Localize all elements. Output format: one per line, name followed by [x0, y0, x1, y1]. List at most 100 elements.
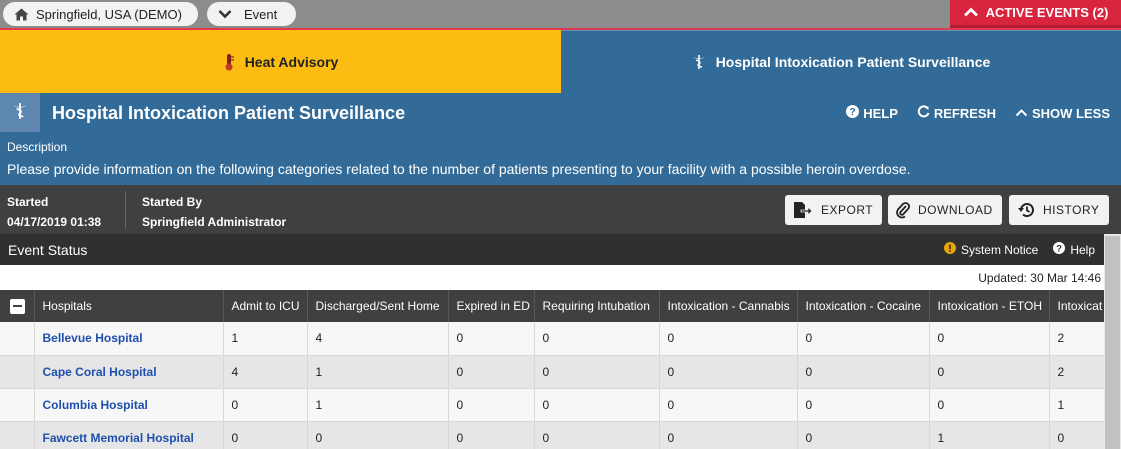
- table-cell: 4: [307, 322, 449, 356]
- page-title: Hospital Intoxication Patient Surveillan…: [52, 103, 406, 123]
- column-header[interactable]: Intoxication - ETOH: [929, 290, 1050, 322]
- column-header[interactable]: Hospitals: [34, 290, 224, 322]
- export-label: EXPORT: [821, 203, 874, 217]
- download-button[interactable]: DOWNLOAD: [888, 195, 1002, 225]
- table-cell: 0: [448, 322, 535, 356]
- table-cell: 0: [448, 421, 535, 449]
- event-status-title: Event Status: [8, 242, 88, 258]
- header-actions: ? HELP REFRESH SHOW LESS: [846, 105, 1110, 121]
- tab-heat-advisory[interactable]: Heat Advisory: [0, 30, 561, 93]
- scrollbar-thumb[interactable]: [1105, 236, 1120, 449]
- tab-hosp-label: Hospital Intoxication Patient Surveillan…: [715, 54, 991, 70]
- system-notice-label: System Notice: [960, 242, 1039, 257]
- collapse-all-cell[interactable]: [0, 290, 35, 322]
- export-button[interactable]: EXPORT: [785, 195, 882, 225]
- hospital-link[interactable]: Cape Coral Hospital: [43, 365, 157, 379]
- table-cell: 2: [1049, 355, 1104, 389]
- collapse-icon[interactable]: [10, 298, 25, 314]
- table-row[interactable]: Bellevue Hospital 1 4 0 0 0 0 0 2: [0, 322, 1104, 356]
- table-cell: 0: [534, 322, 660, 356]
- chevron-up-icon: [963, 5, 979, 20]
- table-cell: 0: [659, 322, 798, 356]
- active-events-button[interactable]: ACTIVE EVENTS (2): [950, 0, 1121, 28]
- refresh-icon: [917, 105, 930, 121]
- column-header[interactable]: Discharged/Sent Home: [307, 290, 449, 322]
- table-cell: 0: [929, 355, 1050, 389]
- table-header-row: Hospitals Admit to ICU Discharged/Sent H…: [0, 290, 1104, 322]
- event-status-bar: Event Status System Notice ? Help: [0, 234, 1104, 265]
- event-selector-label: Event: [244, 6, 278, 22]
- table-cell: 1: [1049, 388, 1104, 422]
- system-notice-link[interactable]: System Notice: [943, 242, 1039, 257]
- help-button[interactable]: ? HELP: [846, 105, 898, 121]
- thermometer-icon: [223, 53, 235, 71]
- hospital-link[interactable]: Fawcett Memorial Hospital: [43, 431, 194, 445]
- status-links: System Notice ? Help: [943, 242, 1095, 257]
- row-spacer: [0, 322, 35, 356]
- history-button[interactable]: HISTORY: [1009, 195, 1109, 225]
- table-row[interactable]: Fawcett Memorial Hospital 0 0 0 0 0 0 1 …: [0, 421, 1104, 449]
- caduceus-icon: [692, 54, 706, 70]
- table-cell: 1: [223, 322, 308, 356]
- table-cell: 0: [534, 355, 660, 389]
- paperclip-icon: [896, 201, 910, 219]
- history-label: HISTORY: [1043, 203, 1100, 217]
- row-spacer: [0, 421, 35, 449]
- table-cell: 4: [223, 355, 308, 389]
- started-by-label: Started By: [142, 195, 203, 209]
- column-header[interactable]: Expired in ED: [448, 290, 535, 322]
- notice-icon: [943, 242, 956, 257]
- column-header[interactable]: Intoxication - Cannabis: [659, 290, 798, 322]
- column-header[interactable]: Intoxicat: [1049, 290, 1104, 322]
- table-cell: 0: [534, 421, 660, 449]
- column-header[interactable]: Admit to ICU: [223, 290, 308, 322]
- tab-heat-label: Heat Advisory: [244, 53, 339, 70]
- table-cell: 0: [929, 322, 1050, 356]
- table-cell: 0: [797, 322, 930, 356]
- chevron-up-icon: [1015, 106, 1028, 121]
- started-block: Started 04/17/2019 01:38: [7, 192, 101, 232]
- event-selector[interactable]: Event: [207, 2, 296, 26]
- table-row[interactable]: Columbia Hospital 0 1 0 0 0 0 0 1: [0, 388, 1104, 422]
- refresh-label: REFRESH: [933, 105, 996, 121]
- help-icon: ?: [1053, 242, 1066, 257]
- refresh-button[interactable]: REFRESH: [917, 105, 996, 121]
- event-info-bar: Started 04/17/2019 01:38 Started By Spri…: [0, 185, 1121, 234]
- row-spacer: [0, 355, 35, 389]
- table-cell: 0: [223, 421, 308, 449]
- started-label: Started: [7, 195, 49, 209]
- tab-hospital-surveillance[interactable]: Hospital Intoxication Patient Surveillan…: [561, 30, 1121, 93]
- event-icon-box: [0, 93, 40, 132]
- row-spacer: [0, 388, 35, 422]
- table-cell: 0: [307, 421, 449, 449]
- table-cell: 0: [448, 388, 535, 422]
- hospital-status-table: Hospitals Admit to ICU Discharged/Sent H…: [0, 290, 1104, 449]
- column-header[interactable]: Requiring Intubation: [534, 290, 660, 322]
- event-header: Hospital Intoxication Patient Surveillan…: [0, 93, 1121, 185]
- table-cell: 0: [448, 355, 535, 389]
- download-label: DOWNLOAD: [918, 203, 993, 217]
- column-header[interactable]: Intoxication - Cocaine: [797, 290, 930, 322]
- svg-text:?: ?: [1056, 244, 1062, 255]
- started-value: 04/17/2019 01:38: [7, 215, 102, 229]
- status-help-link[interactable]: ? Help: [1053, 242, 1095, 257]
- help-label: HELP: [863, 105, 898, 121]
- table-cell: 0: [1049, 421, 1104, 449]
- export-icon: [793, 201, 813, 219]
- show-less-button[interactable]: SHOW LESS: [1015, 105, 1110, 121]
- status-help-label: Help: [1070, 242, 1095, 257]
- svg-text:?: ?: [850, 107, 856, 118]
- location-selector[interactable]: Springfield, USA (DEMO): [3, 2, 198, 26]
- table-cell: 0: [797, 421, 930, 449]
- table-row[interactable]: Cape Coral Hospital 4 1 0 0 0 0 0 2: [0, 355, 1104, 389]
- updated-timestamp: Updated: 30 Mar 14:46: [978, 271, 1101, 285]
- caduceus-icon: [12, 102, 28, 123]
- hospital-link[interactable]: Bellevue Hospital: [43, 331, 143, 345]
- table-cell: 1: [307, 388, 449, 422]
- info-divider: [125, 191, 126, 229]
- hospital-link[interactable]: Columbia Hospital: [43, 398, 148, 412]
- table-cell: 0: [659, 355, 798, 389]
- table-cell: 0: [659, 421, 798, 449]
- table-cell: 0: [797, 355, 930, 389]
- location-label: Springfield, USA (DEMO): [36, 6, 182, 22]
